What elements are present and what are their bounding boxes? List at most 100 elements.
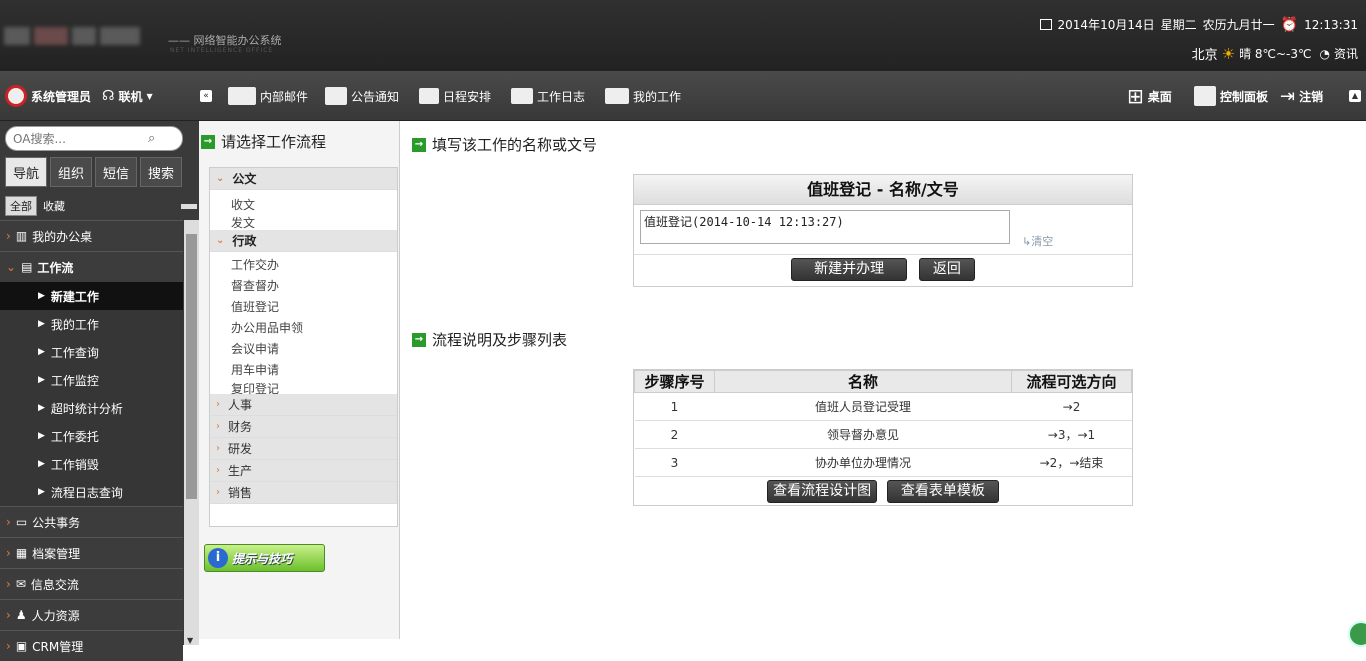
menu-desk[interactable]: › ▥ 我的办公桌 xyxy=(0,220,183,251)
toolbar-logout[interactable]: ⇥ 注销 xyxy=(1280,71,1323,121)
collapse-menu-button[interactable] xyxy=(181,204,197,209)
arrow-right-icon: ▶ xyxy=(38,375,45,385)
flow-item[interactable]: 值班登记 xyxy=(210,297,397,318)
column-header: 步骤序号 xyxy=(634,370,715,393)
chevron-right-icon: › xyxy=(216,487,220,498)
flow-category[interactable]: › 生产 xyxy=(210,460,397,482)
chevron-down-icon: ⌄ xyxy=(216,235,225,246)
tab-nav[interactable]: 导航 xyxy=(5,157,47,187)
toolbar-mywork[interactable]: 我的工作 xyxy=(605,71,681,121)
flow-category-admin[interactable]: ⌄ 行政 xyxy=(210,230,397,252)
flow-category-doc-label: 公文 xyxy=(232,172,257,186)
menu-archive[interactable]: › ▦ 档案管理 xyxy=(0,537,183,568)
menu-my-work[interactable]: ▶ 我的工作 xyxy=(0,310,183,338)
menu-public-affairs[interactable]: › ▭ 公共事务 xyxy=(0,506,183,537)
flow-item[interactable]: 办公用品申领 xyxy=(210,318,397,339)
flow-category[interactable]: › 人事 xyxy=(210,394,397,416)
search-icon[interactable]: ⌕ xyxy=(148,131,155,146)
create-and-handle-button[interactable]: 新建并办理 xyxy=(791,258,908,281)
menu-workflow[interactable]: ⌄ ▤ 工作流 xyxy=(0,251,183,282)
collapse-top-button[interactable]: ▲ xyxy=(1349,71,1361,121)
toolbar-mail[interactable]: 内部邮件 xyxy=(228,71,308,121)
sidebar-scrollbar[interactable]: ▼ xyxy=(184,220,199,645)
tagline-en: NET INTELLIGENCE OFFICE xyxy=(170,47,274,54)
menu-hr[interactable]: › ♟ 人力资源 xyxy=(0,599,183,630)
menu-work-monitor[interactable]: ▶ 工作监控 xyxy=(0,366,183,394)
flow-item[interactable]: 复印登记 xyxy=(210,381,397,396)
tab-sms[interactable]: 短信 xyxy=(95,157,137,187)
toolbar-schedule[interactable]: 日程安排 xyxy=(419,71,491,121)
flow-item[interactable]: 用车申请 xyxy=(210,360,397,381)
menu-delegate[interactable]: ▶ 工作委托 xyxy=(0,422,183,450)
tab-search[interactable]: 搜索 xyxy=(140,157,182,187)
menu-timeout-stats[interactable]: ▶ 超时统计分析 xyxy=(0,394,183,422)
tips-button[interactable]: i 提示与技巧 xyxy=(204,544,325,572)
city-text[interactable]: 北京 xyxy=(1192,44,1218,63)
chevron-right-icon: › xyxy=(6,546,11,560)
name-card: 值班登记 - 名称/文号 值班登记(2014-10-14 12:13:27) ↳… xyxy=(633,174,1133,287)
toolbar-control-panel-label: 控制面板 xyxy=(1220,89,1269,104)
tab-org[interactable]: 组织 xyxy=(50,157,92,187)
flow-tree: ⌄ 公文 收文 发文 ⌄ 行政 工作交办 督查督办 值班登记 办公用品申领 会议申请… xyxy=(209,167,398,527)
clear-link[interactable]: ↳清空 xyxy=(1022,233,1053,249)
name-card-actions: 新建并办理 返回 xyxy=(634,255,1132,281)
scrollbar-thumb[interactable] xyxy=(186,234,197,499)
form-section-heading: → 填写该工作的名称或文号 xyxy=(412,134,597,155)
flow-category[interactable]: › 研发 xyxy=(210,438,397,460)
status-menu[interactable]: ☊ 联机 ▼ xyxy=(102,71,153,121)
header: —— 网络智能办公系统 NET INTELLIGENCE OFFICE 2014… xyxy=(0,0,1366,71)
diary-icon xyxy=(511,88,533,104)
arrow-right-icon: → xyxy=(412,332,426,347)
user-name: 系统管理员 xyxy=(31,89,92,104)
rss-link[interactable]: 资讯 xyxy=(1334,45,1358,62)
view-flow-design-button[interactable]: 查看流程设计图 xyxy=(767,480,878,503)
table-header-row: 步骤序号 名称 流程可选方向 xyxy=(634,370,1132,393)
menu-crm[interactable]: › ▣ CRM管理 xyxy=(0,630,183,661)
menu-info[interactable]: › ✉ 信息交流 xyxy=(0,568,183,599)
flow-item[interactable]: 收文 xyxy=(210,195,397,216)
search-box[interactable]: ⌕ xyxy=(5,126,183,151)
flow-item[interactable]: 督查督办 xyxy=(210,276,397,297)
menu-work-query[interactable]: ▶ 工作查询 xyxy=(0,338,183,366)
flow-category[interactable]: › 销售 xyxy=(210,482,397,504)
steps-card: 步骤序号 名称 流程可选方向 1 值班人员登记受理 →2 2 领导督办意见 →3… xyxy=(633,369,1133,506)
info-icon: i xyxy=(208,548,228,568)
flow-category-label: 研发 xyxy=(228,442,253,456)
toolbar-notice[interactable]: 公告通知 xyxy=(325,71,399,121)
toolbar-desktop[interactable]: ⊞ 桌面 xyxy=(1127,71,1172,121)
toolbar-diary[interactable]: 工作日志 xyxy=(511,71,585,121)
menu-destroy[interactable]: ▶ 工作销毁 xyxy=(0,450,183,478)
steps-section-heading: → 流程说明及步骤列表 xyxy=(412,329,567,350)
flow-item[interactable]: 发文 xyxy=(210,216,397,230)
mail-icon xyxy=(228,87,256,105)
menu-workflow-label: 工作流 xyxy=(37,260,74,275)
chevron-right-icon: › xyxy=(216,421,220,432)
menu-new-work[interactable]: ▶ 新建工作 xyxy=(0,282,183,310)
menu-flow-log[interactable]: ▶ 流程日志查询 xyxy=(0,478,183,506)
chevron-down-icon: ⌄ xyxy=(216,173,225,184)
sidebar-subtabs: 全部 收藏 xyxy=(5,196,65,216)
avatar-icon xyxy=(5,85,27,107)
view-form-template-button[interactable]: 查看表单模板 xyxy=(886,480,999,503)
alarm-icon[interactable]: ⏰ xyxy=(1281,17,1298,33)
user-menu[interactable]: 系统管理员 xyxy=(5,71,91,121)
subtab-favorites[interactable]: 收藏 xyxy=(43,198,65,214)
chevron-right-icon: › xyxy=(6,577,11,591)
subtab-all[interactable]: 全部 xyxy=(5,196,37,216)
logout-icon: ⇥ xyxy=(1280,85,1296,107)
weather-text: 晴 8℃~-3℃ xyxy=(1239,47,1312,61)
flow-item[interactable]: 会议申请 xyxy=(210,339,397,360)
flow-panel: → 请选择工作流程 ⌄ 公文 收文 发文 ⌄ 行政 工作交办 督查督办 值班登记 办… xyxy=(199,121,400,639)
toolbar-control-panel[interactable]: 控制面板 xyxy=(1194,71,1268,121)
arrow-right-icon: ▶ xyxy=(38,319,45,329)
toolbar-notice-label: 公告通知 xyxy=(351,89,400,104)
name-field[interactable]: 值班登记(2014-10-14 12:13:27) xyxy=(640,210,1010,244)
flow-category-doc[interactable]: ⌄ 公文 xyxy=(210,168,397,190)
floating-badge-icon[interactable] xyxy=(1348,621,1366,647)
flow-item[interactable]: 工作交办 xyxy=(210,255,397,276)
back-button[interactable]: 返回 xyxy=(918,258,975,281)
scroll-down-icon[interactable]: ▼ xyxy=(187,636,193,645)
flow-category[interactable]: › 财务 xyxy=(210,416,397,438)
collapse-left-button[interactable]: « xyxy=(200,71,212,121)
search-input[interactable] xyxy=(13,131,148,146)
